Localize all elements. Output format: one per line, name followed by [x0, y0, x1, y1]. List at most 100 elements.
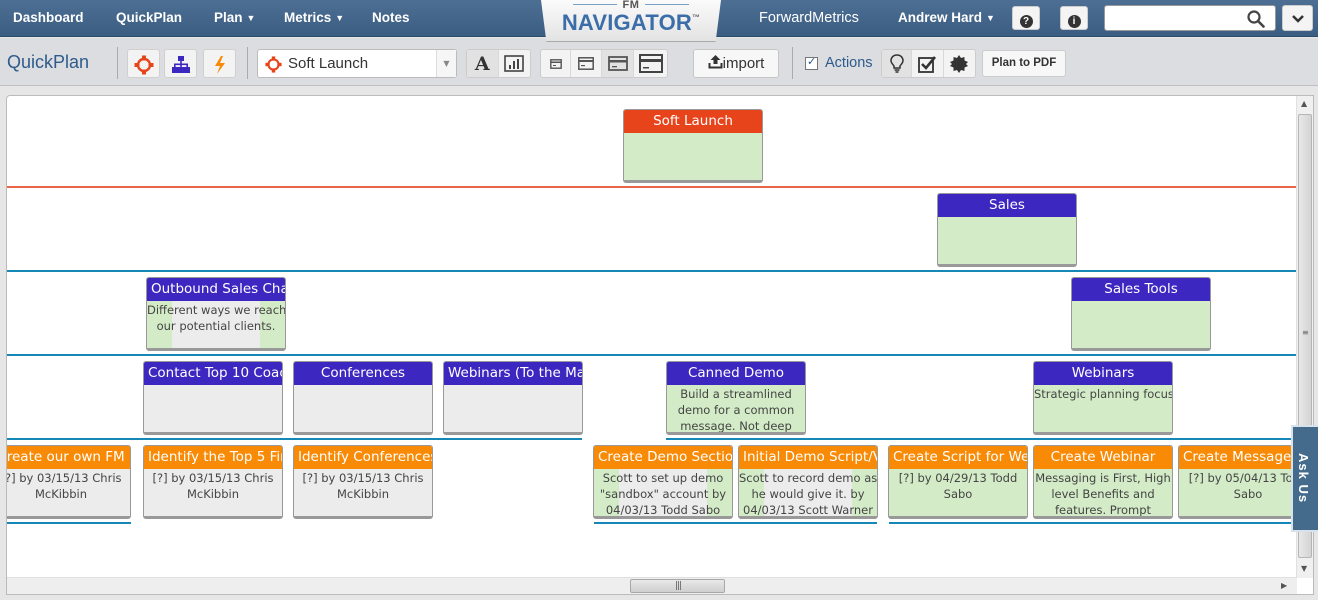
- card-title: Contact Top 10 Coaches: [144, 362, 282, 385]
- card-body: [?] by 03/15/13 Chris McKibbin: [7, 469, 130, 502]
- horizontal-scroll-thumb[interactable]: |||: [630, 579, 725, 593]
- plan-card-action[interactable]: Create Messages [?] by 05/04/13 Todd Sab…: [1178, 445, 1297, 519]
- level-divider: [889, 522, 1297, 524]
- card-body: Scott to record demo as he would give it…: [739, 469, 877, 516]
- nav-quickplan-label: QuickPlan: [116, 10, 183, 25]
- card-title: Soft Launch: [624, 110, 762, 133]
- card-title: Create Script for Webinar: [889, 446, 1027, 469]
- card-body-line: Sabo: [943, 487, 973, 501]
- plan-card-action[interactable]: Identify Conferences [?] by 03/15/13 Chr…: [293, 445, 433, 519]
- target-icon: [134, 55, 153, 75]
- plan-card-strategy[interactable]: Sales Tools: [1071, 277, 1211, 351]
- actions-checkbox[interactable]: [805, 55, 818, 70]
- chart-mode-button[interactable]: [499, 50, 530, 77]
- card-size-xs-button[interactable]: [541, 50, 571, 77]
- plan-canvas[interactable]: Soft Launch Sales Outbound Sales Channel…: [7, 96, 1297, 578]
- search-icon[interactable]: [1247, 10, 1265, 28]
- search-box: [1104, 5, 1276, 31]
- plan-card-action[interactable]: Create Webinar Messaging is First, High …: [1033, 445, 1173, 519]
- plan-card-action[interactable]: Identify the Top 5 Firms [?] by 03/15/13…: [143, 445, 283, 519]
- fm-navigator-logo[interactable]: FM NAVIGATOR™: [541, 0, 721, 42]
- card-title: Canned Demo: [667, 362, 805, 385]
- scroll-right-icon[interactable]: ▶: [1281, 581, 1287, 590]
- scroll-up-icon[interactable]: ▲: [1301, 99, 1307, 108]
- card-body: [294, 385, 432, 386]
- user-name: Andrew Hard: [898, 10, 983, 25]
- card-body-line: our potential clients.: [156, 319, 276, 333]
- ideas-filter-button[interactable]: [882, 50, 913, 77]
- card-small-icon: [549, 58, 562, 69]
- nav-dashboard-label: Dashboard: [13, 10, 84, 25]
- card-body-line: [?] by 05/04/13 Todd: [1188, 471, 1297, 485]
- card-body: [444, 385, 582, 386]
- hierarchy-view-button[interactable]: [164, 49, 197, 78]
- plan-card-strategy[interactable]: Canned Demo Build a streamlined demo for…: [666, 361, 806, 435]
- nav-quickplan[interactable]: QuickPlan: [116, 0, 182, 37]
- completed-filter-button[interactable]: [912, 50, 944, 77]
- help-icon: ?: [1019, 15, 1033, 28]
- plan-card-strategy[interactable]: Conferences: [293, 361, 433, 435]
- card-size-m-button[interactable]: [602, 50, 634, 77]
- objective-view-button[interactable]: [127, 49, 160, 78]
- checkbox-checked-icon: [918, 55, 937, 73]
- card-xlarge-icon: [638, 54, 663, 73]
- plan-card-objective[interactable]: Soft Launch: [623, 109, 763, 183]
- card-body-line: level Benefits and: [1051, 487, 1155, 501]
- card-body: [?] by 05/04/13 Todd Sabo: [1179, 469, 1297, 502]
- plan-select[interactable]: Soft Launch ▼: [257, 49, 457, 78]
- user-menu[interactable]: Andrew Hard ▼: [898, 0, 995, 37]
- plan-card-strategy[interactable]: Outbound Sales Channels Different ways w…: [146, 277, 286, 351]
- toolbar: QuickPlan Soft Launch ▼ A import Actions: [0, 38, 1318, 86]
- action-filter-group: [881, 49, 976, 78]
- card-body: [?] by 04/29/13 Todd Sabo: [889, 469, 1027, 502]
- plan-card-strategy[interactable]: Contact Top 10 Coaches: [143, 361, 283, 435]
- card-body: [1072, 301, 1210, 302]
- plan-card-action[interactable]: Create Script for Webinar [?] by 04/29/1…: [888, 445, 1028, 519]
- nav-plan[interactable]: Plan ▼: [214, 0, 255, 37]
- info-button[interactable]: i: [1060, 6, 1088, 30]
- card-body-line: Different ways we reach: [147, 303, 285, 317]
- help-button[interactable]: ?: [1012, 6, 1040, 30]
- logo-trademark: ™: [691, 13, 701, 22]
- card-title: Create Messages: [1179, 446, 1297, 469]
- nav-notes[interactable]: Notes: [372, 0, 410, 37]
- card-body-line: [?] by 04/29/13 Todd: [898, 471, 1018, 485]
- action-view-button[interactable]: [203, 49, 236, 78]
- nav-dashboard[interactable]: Dashboard: [13, 0, 84, 37]
- company-name[interactable]: ForwardMetrics: [759, 0, 859, 37]
- card-body: Scott to set up demo "sandbox" account b…: [594, 469, 732, 516]
- expand-menu-button[interactable]: [1282, 5, 1313, 31]
- plan-card-action[interactable]: Create Demo Section Scott to set up demo…: [593, 445, 733, 519]
- text-mode-button[interactable]: A: [467, 50, 499, 77]
- import-button[interactable]: import: [693, 49, 779, 78]
- card-body-line: McKibbin: [336, 487, 390, 501]
- actions-label[interactable]: Actions: [825, 55, 873, 71]
- card-title: Identify Conferences: [294, 446, 432, 469]
- grip-icon: ≡: [1302, 328, 1309, 337]
- upload-icon: [708, 55, 723, 69]
- plan-card-strategy[interactable]: Sales: [937, 193, 1077, 267]
- ask-us-label: Ask Us: [1296, 453, 1311, 504]
- search-input[interactable]: [1105, 6, 1235, 30]
- scroll-down-icon[interactable]: ▼: [1301, 564, 1307, 573]
- ask-us-tab[interactable]: Ask Us: [1291, 425, 1318, 532]
- plan-card-strategy[interactable]: Webinars (To the Masses): [443, 361, 583, 435]
- company-label: ForwardMetrics: [759, 10, 859, 26]
- dropdown-arrow-icon[interactable]: ▼: [436, 50, 456, 77]
- import-label: import: [722, 55, 765, 72]
- horizontal-scrollbar[interactable]: ||| ▶: [7, 577, 1297, 594]
- plan-to-pdf-button[interactable]: Plan to PDF: [982, 50, 1066, 77]
- card-body-line: [?] by 03/15/13 Chris: [152, 471, 274, 485]
- card-title: Conferences: [294, 362, 432, 385]
- nav-metrics[interactable]: Metrics ▼: [284, 0, 344, 37]
- card-body-line: [?] by 03/15/13 Chris: [7, 471, 122, 485]
- plan-card-action[interactable]: Initial Demo Script/Video Scott to recor…: [738, 445, 878, 519]
- toolbar-divider: [792, 47, 793, 79]
- settings-filter-button[interactable]: [944, 50, 975, 77]
- plan-card-strategy[interactable]: Webinars Strategic planning focus: [1033, 361, 1173, 435]
- card-size-s-button[interactable]: [571, 50, 602, 77]
- card-title: Sales: [938, 194, 1076, 217]
- card-size-l-button[interactable]: [634, 50, 667, 77]
- plan-card-action[interactable]: Create our own FM [?] by 03/15/13 Chris …: [7, 445, 131, 519]
- toolbar-divider: [247, 47, 248, 79]
